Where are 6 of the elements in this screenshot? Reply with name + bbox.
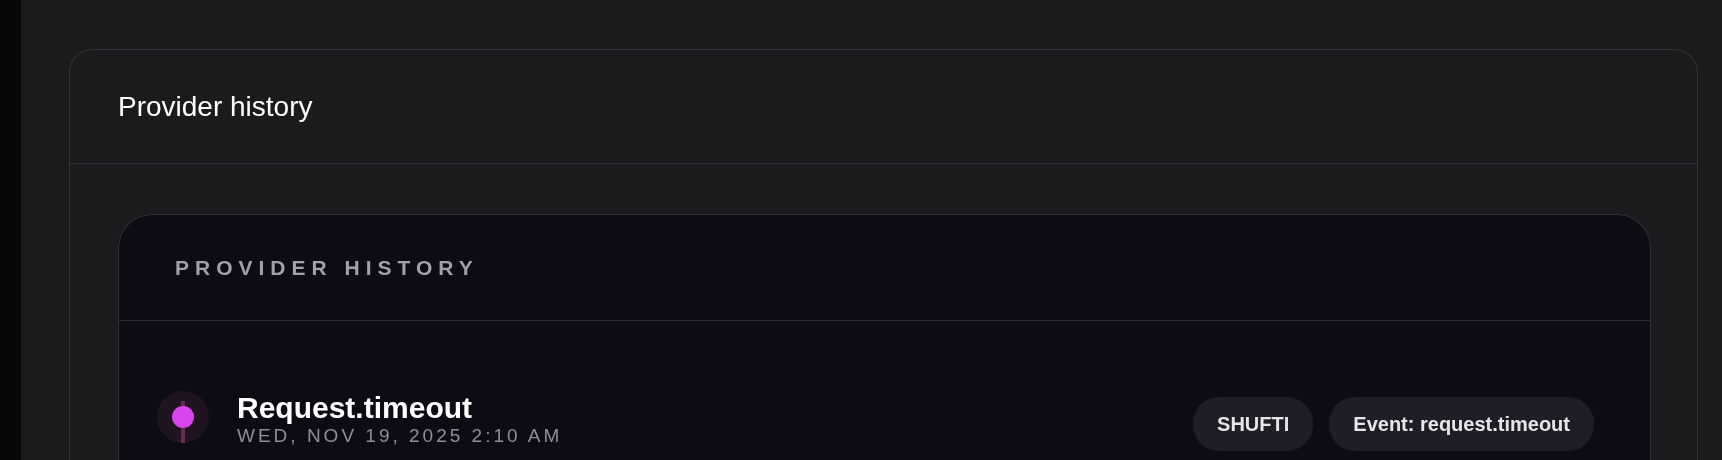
event-tag: Event: request.timeout: [1329, 397, 1594, 451]
event-time: WED, NOV 19, 2025 2:10 AM: [237, 425, 564, 447]
event-title: Request.timeout: [237, 391, 474, 425]
event-tag: SHUFTI: [1193, 397, 1314, 451]
panel-heading: PROVIDER HISTORY: [175, 254, 479, 281]
card-title: Provider history: [118, 89, 313, 124]
